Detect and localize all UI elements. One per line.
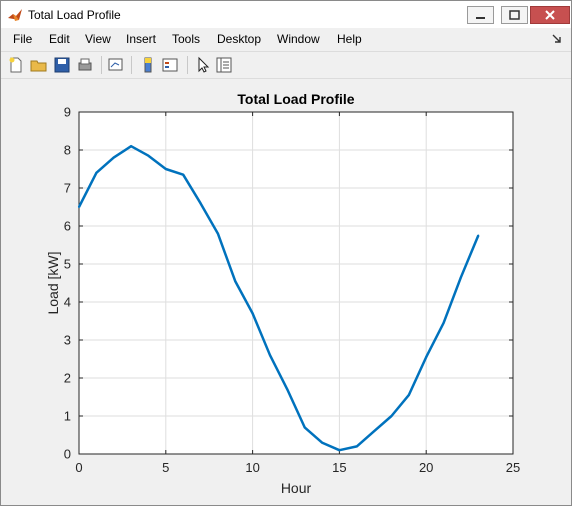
x-axis-label: Hour xyxy=(281,480,312,496)
y-tick-label: 5 xyxy=(64,257,71,272)
x-tick-label: 15 xyxy=(332,460,346,475)
new-figure-icon[interactable] xyxy=(7,56,25,74)
data-point xyxy=(268,354,271,357)
matlab-icon xyxy=(8,9,22,21)
window-title: Total Load Profile xyxy=(28,8,121,22)
data-point xyxy=(407,394,410,397)
data-point xyxy=(425,356,428,359)
data-point xyxy=(477,234,480,237)
y-tick-label: 4 xyxy=(64,295,71,310)
y-tick-label: 0 xyxy=(64,447,71,462)
toolbar-separator xyxy=(101,56,102,74)
data-point xyxy=(321,441,324,444)
data-point xyxy=(459,276,462,279)
menu-window[interactable]: Window xyxy=(277,32,320,46)
y-tick-label: 2 xyxy=(64,371,71,386)
data-point xyxy=(182,173,185,176)
menu-tools[interactable]: Tools xyxy=(172,32,200,46)
y-tick-label: 3 xyxy=(64,333,71,348)
dock-arrow-icon[interactable] xyxy=(552,34,562,44)
x-tick-label: 0 xyxy=(75,460,82,475)
menu-view[interactable]: View xyxy=(85,32,111,46)
data-point xyxy=(251,312,254,315)
plot-area xyxy=(79,112,513,454)
data-point xyxy=(78,206,80,208)
data-point xyxy=(95,171,98,174)
minimize-icon xyxy=(476,17,485,19)
data-point xyxy=(112,156,115,159)
colorbar-icon[interactable] xyxy=(139,56,157,74)
data-point xyxy=(130,145,133,148)
x-tick-label: 25 xyxy=(506,460,520,475)
open-file-icon[interactable] xyxy=(30,56,48,74)
maximize-button[interactable] xyxy=(501,6,528,24)
legend-icon[interactable] xyxy=(161,56,179,74)
print-icon[interactable] xyxy=(76,56,94,74)
data-point xyxy=(390,415,393,417)
x-tick-label: 10 xyxy=(245,460,259,475)
toolbar-separator xyxy=(131,56,132,74)
y-tick-label: 7 xyxy=(64,181,71,196)
y-tick-label: 8 xyxy=(64,143,71,158)
title-bar: Total Load Profile xyxy=(1,1,571,28)
menu-file[interactable]: File xyxy=(13,32,32,46)
y-axis-label: Load [kW] xyxy=(45,251,61,314)
data-point xyxy=(234,280,237,283)
data-point xyxy=(216,232,219,235)
y-tick-label: 6 xyxy=(64,219,71,234)
save-icon[interactable] xyxy=(53,56,71,74)
menu-bar: File Edit View Insert Tools Desktop Wind… xyxy=(1,28,571,50)
data-point xyxy=(199,202,202,205)
toolbar xyxy=(1,51,571,79)
data-point xyxy=(303,426,306,429)
minimize-button[interactable] xyxy=(467,6,494,24)
data-point xyxy=(338,449,341,452)
data-point xyxy=(286,388,289,391)
maximize-icon xyxy=(509,10,520,20)
chart-svg: 0 5 10 15 20 25 0 1 2 3 4 5 6 7 8 9 Total Load Profile Ho… xyxy=(45,91,520,496)
x-tick-label: 5 xyxy=(162,460,169,475)
menu-edit[interactable]: Edit xyxy=(49,32,70,46)
figure-area: 0 5 10 15 20 25 0 1 2 3 4 5 6 7 8 9 Total Load Profile Ho… xyxy=(5,79,567,501)
menu-help[interactable]: Help xyxy=(337,32,362,46)
pointer-icon[interactable] xyxy=(194,56,212,74)
property-inspector-icon[interactable] xyxy=(215,56,233,74)
x-tick-label: 20 xyxy=(419,460,433,475)
toolbar-separator xyxy=(187,56,188,74)
data-point xyxy=(147,154,150,157)
y-tick-label: 9 xyxy=(64,105,71,120)
data-point xyxy=(355,445,358,448)
data-point xyxy=(442,321,445,324)
close-icon xyxy=(545,10,555,20)
close-button[interactable] xyxy=(530,6,570,24)
chart-title: Total Load Profile xyxy=(237,91,354,107)
menu-insert[interactable]: Insert xyxy=(126,32,156,46)
link-plot-icon[interactable] xyxy=(107,56,125,74)
data-point xyxy=(373,430,376,433)
menu-desktop[interactable]: Desktop xyxy=(217,32,261,46)
data-point xyxy=(164,168,167,170)
figure-window: Total Load Profile File Edit View Insert… xyxy=(0,0,572,506)
y-tick-label: 1 xyxy=(64,409,71,424)
